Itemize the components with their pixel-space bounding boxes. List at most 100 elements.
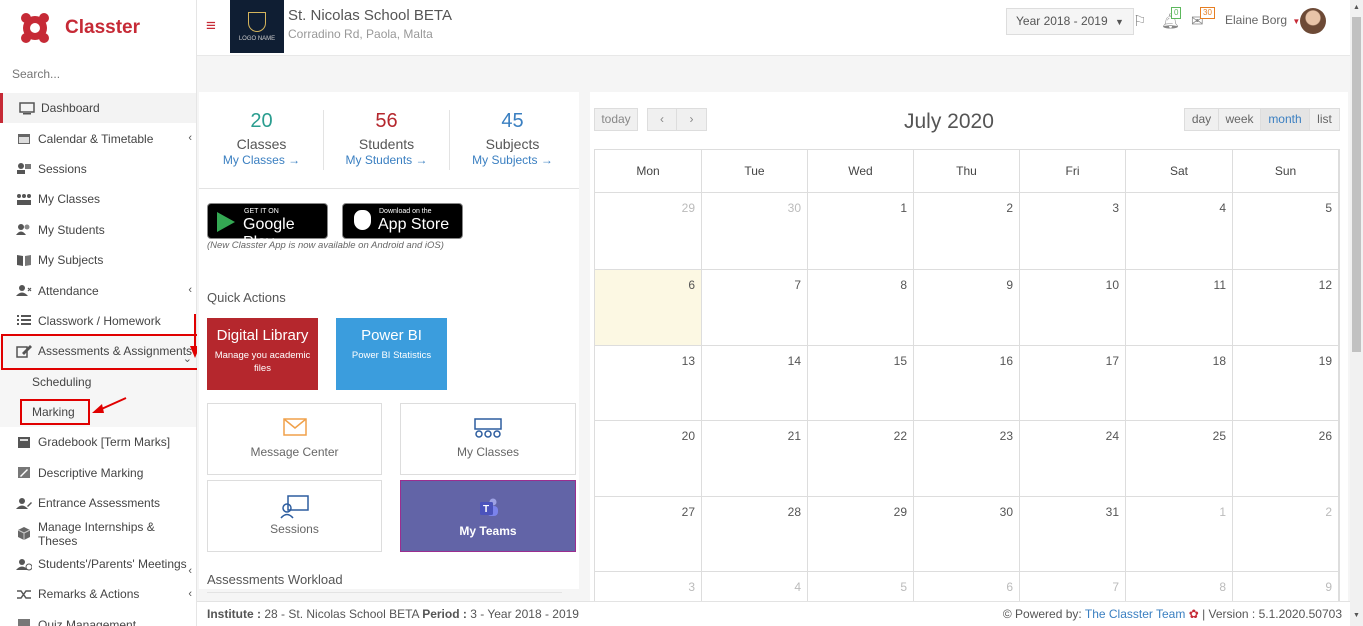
calendar-day-cell[interactable]: 17: [1020, 346, 1126, 421]
calendar-day-cell[interactable]: 8: [808, 270, 914, 346]
calendar-day-cell[interactable]: 26: [1233, 421, 1339, 497]
classter-team-link[interactable]: The Classter Team: [1085, 607, 1185, 621]
prev-month-button[interactable]: ‹: [647, 108, 677, 131]
shuffle-icon: [14, 587, 34, 601]
sidebar-item-label: Students'/Parents' Meetings: [38, 557, 187, 572]
sidebar-item-sessions[interactable]: Sessions: [0, 154, 196, 184]
sessions-icon: [208, 495, 381, 519]
calendar-day-cell[interactable]: 7: [702, 270, 808, 346]
view-month-button[interactable]: month: [1260, 108, 1310, 131]
calendar-day-cell[interactable]: 3: [595, 572, 702, 603]
calendar-day-cell[interactable]: 4: [1126, 193, 1233, 270]
divider: [207, 592, 562, 593]
scrollbar[interactable]: ▲ ▼: [1350, 0, 1363, 626]
calendar-day-cell[interactable]: 6: [914, 572, 1020, 603]
calendar-day-cell[interactable]: 23: [914, 421, 1020, 497]
calendar-day-cell-today[interactable]: 6: [595, 270, 702, 346]
chevron-left-icon: ‹: [188, 132, 192, 145]
calendar-day-cell[interactable]: 13: [595, 346, 702, 421]
sidebar-item-internships[interactable]: Manage Internships & Theses: [0, 518, 196, 548]
sidebar-item-dashboard[interactable]: Dashboard: [0, 93, 196, 124]
calendar-day-cell[interactable]: 25: [1126, 421, 1233, 497]
calendar-day-cell[interactable]: 27: [595, 497, 702, 572]
calendar-day-cell[interactable]: 1: [1126, 497, 1233, 572]
my-subjects-link[interactable]: My Subjects →: [450, 153, 575, 167]
calendar-day-cell[interactable]: 20: [595, 421, 702, 497]
calendar-day-cell[interactable]: 18: [1126, 346, 1233, 421]
sidebar-item-my-students[interactable]: My Students: [0, 215, 196, 245]
scrollbar-thumb[interactable]: [1352, 17, 1361, 352]
scroll-up-icon[interactable]: ▲: [1353, 4, 1360, 11]
my-teams-card[interactable]: T My Teams: [400, 480, 576, 552]
sidebar-item-gradebook[interactable]: Gradebook [Term Marks]: [0, 427, 196, 457]
calendar-day-cell[interactable]: 5: [1233, 193, 1339, 270]
sidebar-item-my-classes[interactable]: My Classes: [0, 184, 196, 214]
my-students-link[interactable]: My Students →: [324, 153, 449, 167]
calendar-day-cell[interactable]: 15: [808, 346, 914, 421]
sidebar-item-quiz[interactable]: Quiz Management: [0, 610, 196, 626]
footer-institute: Institute : 28 - St. Nicolas School BETA…: [207, 607, 579, 621]
next-month-button[interactable]: ›: [676, 108, 707, 131]
message-center-card[interactable]: Message Center: [207, 403, 382, 475]
user-name: Elaine Borg: [1225, 13, 1288, 27]
calendar-day-cell[interactable]: 16: [914, 346, 1020, 421]
calendar-day-cell[interactable]: 12: [1233, 270, 1339, 346]
calendar-day-cell[interactable]: 2: [1233, 497, 1339, 572]
sessions-card[interactable]: Sessions: [207, 480, 382, 552]
calendar-day-cell[interactable]: 1: [808, 193, 914, 270]
calendar-day-cell[interactable]: 30: [914, 497, 1020, 572]
classroom-icon: [401, 418, 575, 442]
avatar[interactable]: [1300, 8, 1326, 34]
scroll-down-icon[interactable]: ▼: [1353, 612, 1360, 619]
user-menu[interactable]: Elaine Borg ▼: [1225, 13, 1300, 27]
calendar-day-cell[interactable]: 4: [702, 572, 808, 603]
calendar-day-cell[interactable]: 14: [702, 346, 808, 421]
year-select[interactable]: Year 2018 - 2019 ▼: [1006, 8, 1134, 35]
sidebar-item-attendance[interactable]: Attendance ‹: [0, 275, 196, 305]
calendar-day-cell[interactable]: 22: [808, 421, 914, 497]
digital-library-tile[interactable]: Digital Library Manage you academic file…: [207, 318, 318, 390]
today-button[interactable]: today: [594, 108, 638, 131]
calendar-day-cell[interactable]: 5: [808, 572, 914, 603]
calendar-day-cell[interactable]: 11: [1126, 270, 1233, 346]
calendar-day-cell[interactable]: 31: [1020, 497, 1126, 572]
view-day-button[interactable]: day: [1184, 108, 1219, 131]
sidebar-item-meetings[interactable]: Students'/Parents' Meetings ‹: [0, 549, 196, 579]
hamburger-menu-icon[interactable]: ≡: [206, 16, 216, 36]
view-week-button[interactable]: week: [1218, 108, 1261, 131]
search-input[interactable]: [12, 67, 192, 81]
calendar-day-cell[interactable]: 2: [914, 193, 1020, 270]
calendar-day-cell[interactable]: 19: [1233, 346, 1339, 421]
calendar-day-cell[interactable]: 30: [702, 193, 808, 270]
year-select-value: Year 2018 - 2019: [1016, 14, 1108, 28]
calendar-day-cell[interactable]: 21: [702, 421, 808, 497]
weekday-header: Sat: [1126, 150, 1233, 193]
calendar-day-cell[interactable]: 24: [1020, 421, 1126, 497]
google-play-icon: [217, 212, 235, 232]
view-list-button[interactable]: list: [1309, 108, 1340, 131]
calendar-day-cell[interactable]: 8: [1126, 572, 1233, 603]
calendar-day-cell[interactable]: 29: [808, 497, 914, 572]
calendar-day-cell[interactable]: 9: [1233, 572, 1339, 603]
app-store-button[interactable]: Download on the App Store: [342, 203, 463, 239]
gradebook-icon: [14, 435, 34, 449]
calendar-day-cell[interactable]: 9: [914, 270, 1020, 346]
flag-icon[interactable]: ⚐: [1133, 12, 1146, 30]
my-classes-card[interactable]: My Classes: [400, 403, 576, 475]
sidebar-item-descriptive-marking[interactable]: Descriptive Marking: [0, 458, 196, 488]
sidebar-item-calendar[interactable]: Calendar & Timetable ‹: [0, 123, 196, 153]
sidebar-item-entrance-assessments[interactable]: Entrance Assessments: [0, 488, 196, 518]
calendar-day-cell[interactable]: 29: [595, 193, 702, 270]
google-play-button[interactable]: GET IT ON Google Play: [207, 203, 328, 251]
chevron-left-icon: ‹: [188, 284, 192, 297]
calendar-day-cell[interactable]: 10: [1020, 270, 1126, 346]
sidebar-item-my-subjects[interactable]: My Subjects: [0, 245, 196, 275]
svg-text:T: T: [483, 504, 489, 515]
sidebar-item-remarks[interactable]: Remarks & Actions ‹: [0, 579, 196, 609]
calendar-day-cell[interactable]: 7: [1020, 572, 1126, 603]
calendar-day-cell[interactable]: 28: [702, 497, 808, 572]
calendar-day-cell[interactable]: 3: [1020, 193, 1126, 270]
my-classes-link[interactable]: My Classes →: [199, 153, 324, 167]
app-logo[interactable]: Classter: [17, 10, 140, 46]
power-bi-tile[interactable]: Power BI Power BI Statistics: [336, 318, 447, 390]
